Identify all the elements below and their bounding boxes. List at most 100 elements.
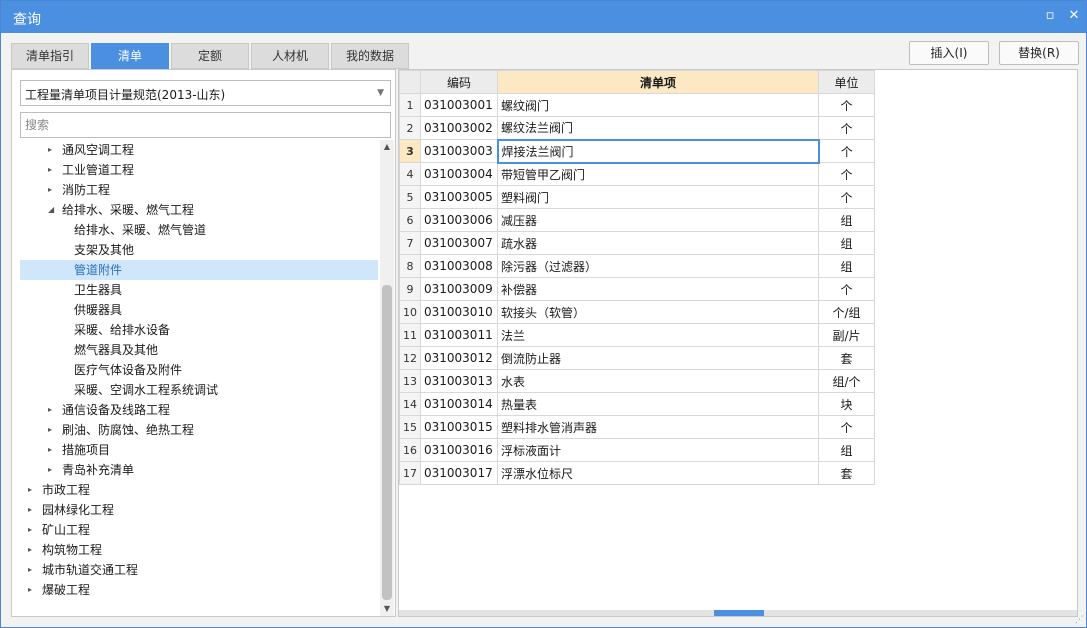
tab-my-data[interactable]: 我的数据 [331,43,409,69]
unit-cell[interactable]: 套 [818,346,875,370]
tab-list[interactable]: 清单 [91,43,169,69]
collapsed-caret-icon[interactable]: ▸ [48,440,58,460]
name-cell[interactable]: 焊接法兰阀门 [496,138,820,164]
collapsed-caret-icon[interactable]: ▸ [28,560,38,580]
table-row[interactable]: 10 031003010 软接头（软管） 个/组 [399,300,875,324]
tree-item[interactable]: ▸ 工业管道工程 [20,160,378,180]
resize-grip-icon[interactable]: ⋰ [1075,615,1084,625]
tree-item[interactable]: ▸ 城市轨道交通工程 [20,560,378,580]
code-cell[interactable]: 031003014 [420,392,498,416]
grid-horizontal-scrollbar[interactable] [399,610,1077,616]
unit-cell[interactable]: 块 [818,392,875,416]
title-bar[interactable]: 查询 ▫ ✕ [1,1,1086,33]
tree-item[interactable]: ▸ 通信设备及线路工程 [20,400,378,420]
code-cell[interactable]: 031003002 [420,116,498,140]
restore-icon[interactable]: ▫ [1041,7,1059,25]
table-row[interactable]: 15 031003015 塑料排水管消声器个 [399,415,875,439]
close-icon[interactable]: ✕ [1065,7,1083,25]
tree-item[interactable]: ▸ 消防工程 [20,180,378,200]
tree-item[interactable]: 医疗气体设备及附件 [20,360,378,380]
unit-cell[interactable]: 组 [818,208,875,232]
table-row[interactable]: 16 031003016 浮标液面计组 [399,438,875,462]
unit-column-header[interactable]: 单位 [818,70,875,94]
collapsed-caret-icon[interactable]: ▸ [28,500,38,520]
name-cell[interactable]: 减压器 [497,208,819,232]
collapsed-caret-icon[interactable]: ▸ [48,400,58,420]
expanded-caret-icon[interactable]: ◢ [48,200,58,220]
name-cell[interactable]: 浮漂水位标尺 [497,461,819,485]
collapsed-caret-icon[interactable]: ▸ [48,160,58,180]
name-cell[interactable]: 带短管甲乙阀门 [497,162,819,186]
tree-item[interactable]: ◢ 给排水、采暖、燃气工程 [20,200,378,220]
tab-quota[interactable]: 定额 [171,43,249,69]
name-cell[interactable]: 螺纹阀门 [497,93,819,117]
code-cell[interactable]: 031003004 [420,162,498,186]
code-cell[interactable]: 031003008 [420,254,498,278]
tree-item[interactable]: 采暖、空调水工程系统调试 [20,380,378,400]
code-column-header[interactable]: 编码 [420,70,498,94]
unit-cell[interactable]: 套 [818,461,875,485]
unit-cell[interactable]: 个 [818,162,875,186]
name-cell[interactable]: 螺纹法兰阀门 [497,116,819,140]
tree-item[interactable]: 供暖器具 [20,300,378,320]
code-cell[interactable]: 031003001 [420,93,498,117]
table-row[interactable]: 4 031003004 带短管甲乙阀门个 [399,162,875,186]
scroll-down-icon[interactable]: ▼ [380,602,394,616]
name-cell[interactable]: 倒流防止器 [497,346,819,370]
unit-cell[interactable]: 组 [818,438,875,462]
table-row[interactable]: 3 031003003 焊接法兰阀门个 [399,138,875,164]
code-cell[interactable]: 031003003 [420,139,498,163]
unit-cell[interactable]: 个 [818,277,875,301]
tree-item[interactable]: ▸ 通风空调工程 [20,140,378,160]
table-row[interactable]: 9 031003009 补偿器个 [399,277,875,301]
name-column-header[interactable]: 清单项 [497,70,819,94]
table-row[interactable]: 12 031003012 倒流防止器套 [399,346,875,370]
table-row[interactable]: 17 031003017 浮漂水位标尺套 [399,461,875,485]
tree-item[interactable]: ▸ 市政工程 [20,480,378,500]
collapsed-caret-icon[interactable]: ▸ [48,420,58,440]
tree-item[interactable]: 燃气器具及其他 [20,340,378,360]
scrollbar-thumb[interactable] [382,285,392,600]
insert-button[interactable]: 插入(I) [909,41,989,65]
search-input[interactable] [20,112,391,138]
code-cell[interactable]: 031003016 [420,438,498,462]
collapsed-caret-icon[interactable]: ▸ [48,180,58,200]
tree-item[interactable]: ▸ 矿山工程 [20,520,378,540]
tab-list-guide[interactable]: 清单指引 [11,43,89,69]
code-cell[interactable]: 031003005 [420,185,498,209]
name-cell[interactable]: 软接头（软管） [497,300,819,324]
code-cell[interactable]: 031003015 [420,415,498,439]
table-row[interactable]: 14 031003014 热量表块 [399,392,875,416]
tree-item[interactable]: ▸ 爆破工程 [20,580,378,600]
tree-item[interactable]: ▸ 青岛补充清单 [20,460,378,480]
tree-item[interactable]: ▸ 措施项目 [20,440,378,460]
unit-cell[interactable]: 个 [818,93,875,117]
collapsed-caret-icon[interactable]: ▸ [28,480,38,500]
name-cell[interactable]: 水表 [497,369,819,393]
unit-cell[interactable]: 个 [818,185,875,209]
replace-button[interactable]: 替换(R) [999,41,1079,65]
unit-cell[interactable]: 组 [818,231,875,255]
collapsed-caret-icon[interactable]: ▸ [28,540,38,560]
code-cell[interactable]: 031003010 [420,300,498,324]
tree-item[interactable]: ▸ 刷油、防腐蚀、绝热工程 [20,420,378,440]
tab-labor-material-machine[interactable]: 人材机 [251,43,329,69]
tree-item[interactable]: 给排水、采暖、燃气管道 [20,220,378,240]
collapsed-caret-icon[interactable]: ▸ [28,580,38,600]
code-cell[interactable]: 031003006 [420,208,498,232]
unit-cell[interactable]: 副/片 [818,323,875,347]
name-cell[interactable]: 塑料阀门 [497,185,819,209]
tree-item[interactable]: 管道附件 [20,260,378,280]
unit-cell[interactable]: 个 [818,415,875,439]
name-cell[interactable]: 浮标液面计 [497,438,819,462]
collapsed-caret-icon[interactable]: ▸ [48,460,58,480]
unit-cell[interactable]: 个 [818,139,875,163]
code-cell[interactable]: 031003007 [420,231,498,255]
name-cell[interactable]: 塑料排水管消声器 [497,415,819,439]
name-cell[interactable]: 补偿器 [497,277,819,301]
tree-item[interactable]: 卫生器具 [20,280,378,300]
tree-scrollbar[interactable]: ▲ ▼ [380,140,394,616]
code-cell[interactable]: 031003009 [420,277,498,301]
table-row[interactable]: 1 031003001 螺纹阀门个 [399,93,875,117]
scroll-up-icon[interactable]: ▲ [380,140,394,154]
